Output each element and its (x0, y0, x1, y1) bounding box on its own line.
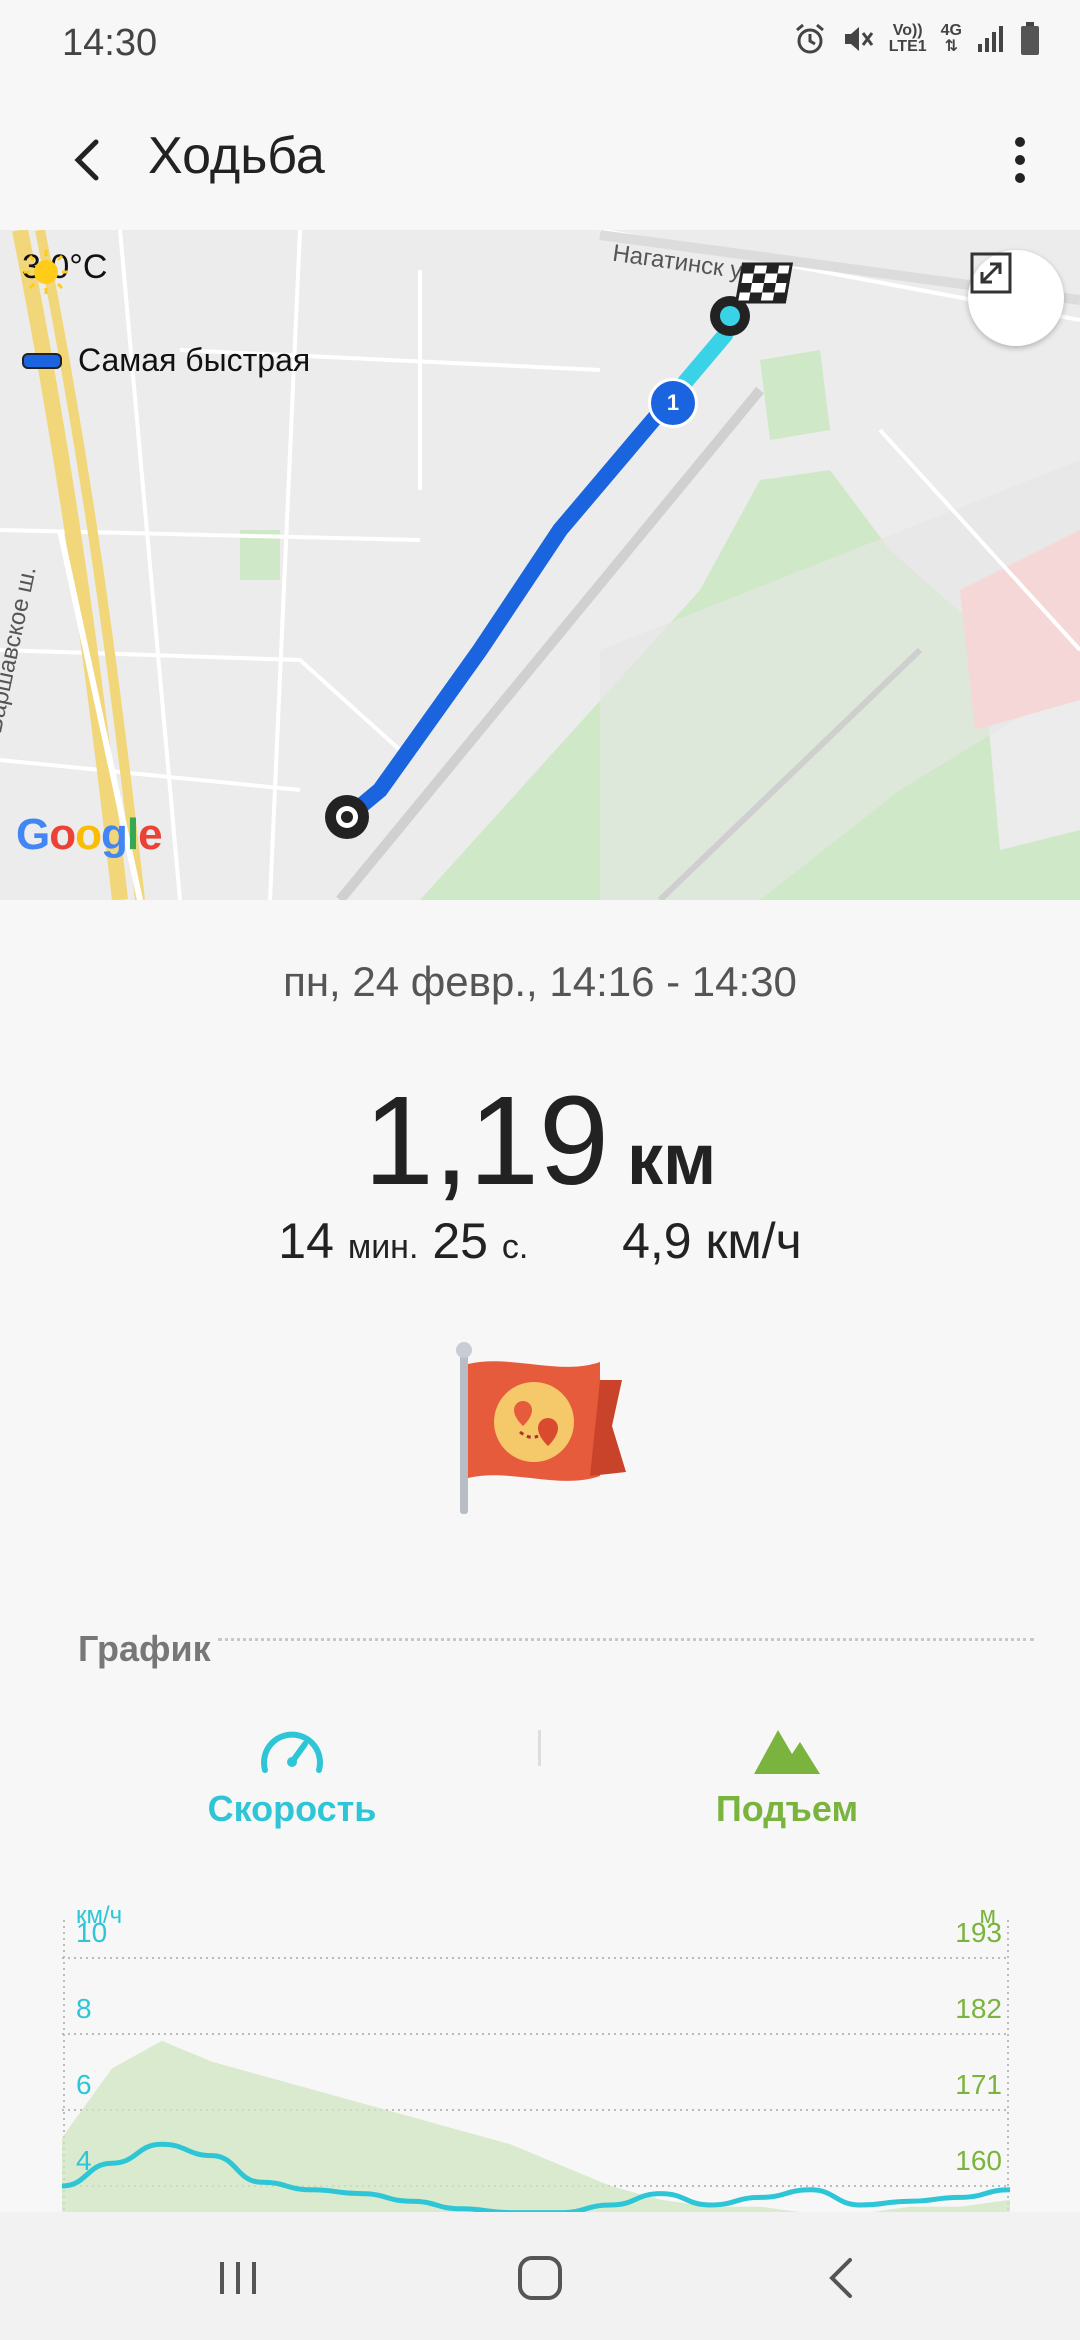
app-bar: Ходьба (0, 90, 1080, 230)
signal-icon (978, 26, 1003, 52)
right-axis-tick: 171 (955, 2069, 1002, 2100)
weather-info: 3,0°C (22, 248, 107, 294)
page-title: Ходьба (148, 127, 325, 185)
map-canvas (0, 230, 1080, 900)
workout-stats: 14 мин. 25 с. 4,9 км/ч (0, 1212, 1080, 1270)
mountain-icon (754, 1730, 820, 1774)
home-icon[interactable] (510, 2248, 570, 2308)
left-axis-tick: 6 (76, 2069, 92, 2100)
duration-minutes: 14 (278, 1213, 334, 1269)
speedometer-icon (261, 1731, 323, 1773)
duration-seconds-unit: с. (501, 1228, 529, 1266)
distance-unit: км (626, 1120, 717, 1200)
chart-section-title: График (78, 1628, 211, 1669)
left-axis-tick: 8 (76, 1993, 92, 2024)
tab-speed-label: Скорость (207, 1788, 377, 1829)
expand-map-button[interactable] (968, 250, 1064, 346)
system-nav-bar (0, 2212, 1080, 2340)
route-color-swatch (22, 352, 62, 369)
sun-icon (24, 250, 68, 294)
tab-speed[interactable]: Скорость (142, 1722, 442, 1830)
right-axis-tick: 160 (955, 2145, 1002, 2176)
recent-apps-icon[interactable] (208, 2248, 268, 2308)
start-marker-icon (325, 795, 369, 839)
more-options-icon[interactable] (1000, 130, 1040, 190)
waypoint-marker: 1 (648, 378, 698, 428)
tab-divider (538, 1730, 541, 1766)
route-legend-label: Самая быстрая (78, 342, 311, 378)
nav-back-icon[interactable] (812, 2248, 872, 2308)
route-legend: Самая быстрая (22, 342, 310, 379)
battery-icon (1021, 22, 1039, 55)
route-map[interactable]: Нагатинск ул. Варшавское ш. 1 3,0°C Сама… (0, 230, 1080, 900)
back-arrow-icon[interactable] (60, 130, 120, 190)
right-axis-tick: 182 (955, 1993, 1002, 2024)
tab-elevation-label: Подъем (715, 1788, 859, 1829)
right-axis-tick: 193 (955, 1917, 1002, 1948)
google-logo: Google (16, 810, 163, 859)
chart-plot: 10 8 6 4 193 182 171 160 (62, 1917, 1010, 2212)
left-axis-tick: 4 (76, 2145, 92, 2176)
speed-elevation-chart: км/ч м 10 8 6 4 193 182 171 160 (62, 1890, 1010, 2212)
left-axis-tick: 10 (76, 1917, 107, 1948)
workout-datetime: пн, 24 февр., 14:16 - 14:30 (283, 958, 797, 1005)
duration-seconds: 25 (432, 1213, 488, 1269)
network-gen-indicator: 4G ⇅ (940, 22, 962, 55)
mute-icon (844, 27, 873, 51)
alarm-icon (795, 23, 824, 54)
volte-indicator: Vo)) LTE1 (888, 22, 927, 55)
distance-display: 1,19 км (0, 1068, 1080, 1213)
achievement-flag-icon (456, 1342, 626, 1514)
duration-minutes-unit: мин. (347, 1228, 419, 1266)
status-icons: Vo)) LTE1 4G ⇅ (793, 22, 1040, 56)
section-divider (218, 1638, 1034, 1641)
status-bar: 14:30 Vo)) LTE1 4G ⇅ (0, 0, 1080, 90)
finish-flag-icon (710, 262, 794, 336)
status-time: 14:30 (62, 22, 158, 64)
expand-icon (970, 252, 1012, 294)
tab-elevation[interactable]: Подъем (637, 1722, 937, 1830)
distance-value: 1,19 (363, 1070, 609, 1211)
average-speed: 4,9 км/ч (622, 1213, 802, 1269)
